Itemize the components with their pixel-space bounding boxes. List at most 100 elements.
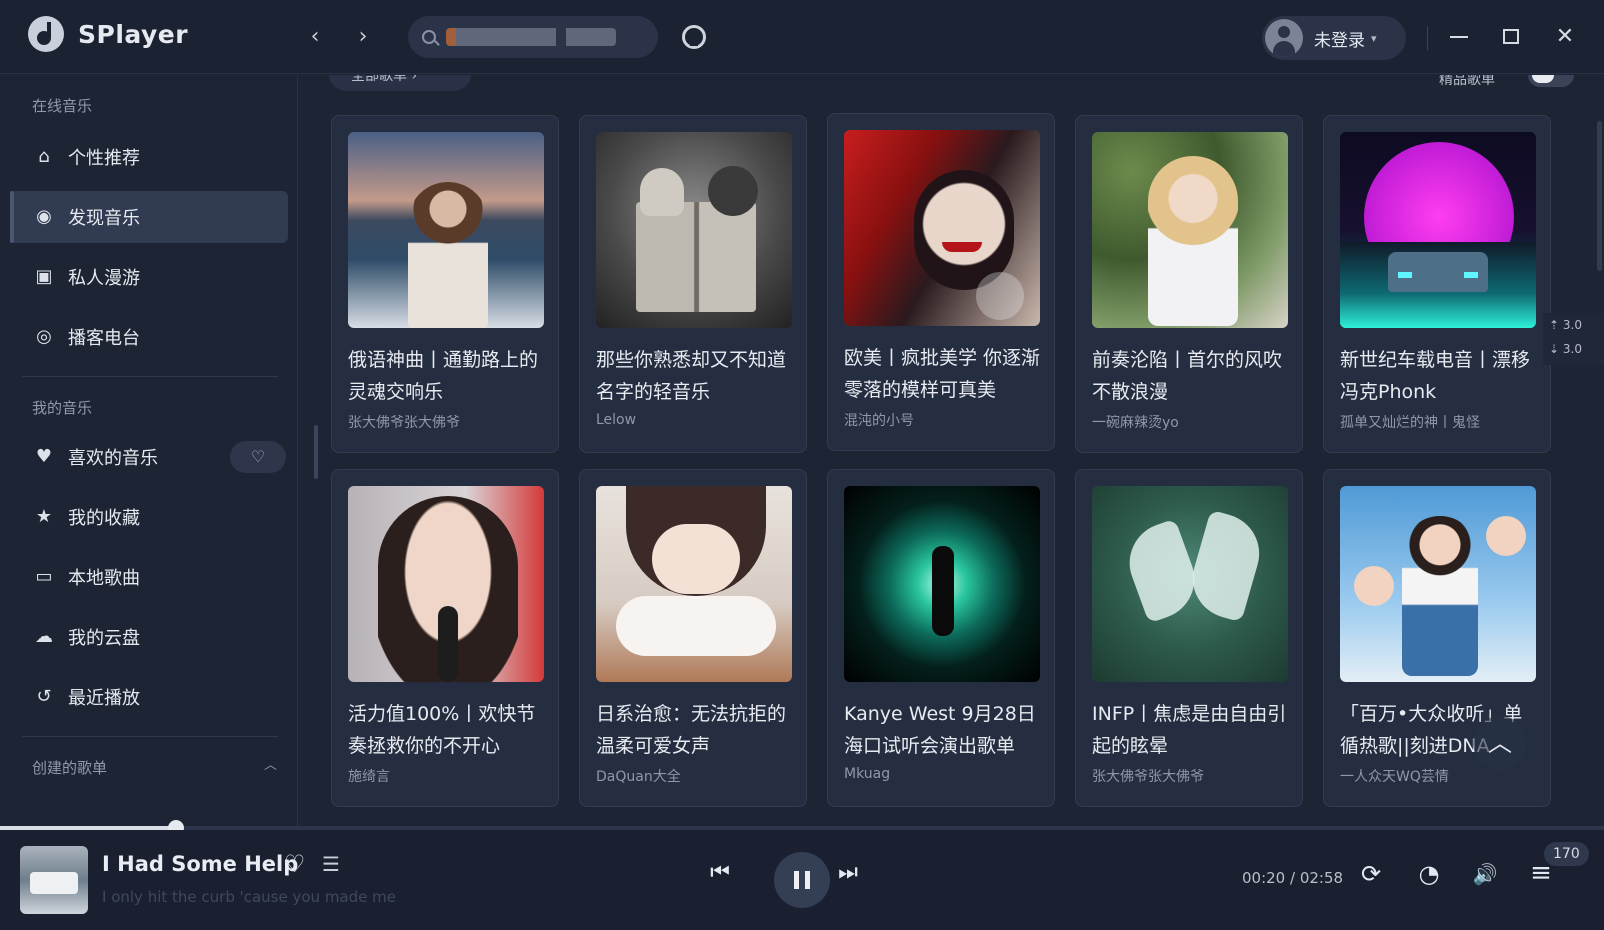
main-scrollbar[interactable] — [1597, 121, 1602, 271]
playlist-cover — [348, 132, 544, 328]
playlist-title: INFP丨焦虑是由自由引起的眩晕 — [1092, 703, 1287, 757]
playlist-title: Kanye West 9月28日海口试听会演出歌单 — [844, 703, 1036, 757]
download-speed: 3.0 — [1562, 342, 1582, 356]
playlist-author: 一人众天WQ芸情 — [1340, 769, 1449, 785]
user-login-status: 未登录 — [1314, 30, 1365, 51]
pause-icon-bar — [805, 871, 810, 889]
playlist-author: 张大佛爷张大佛爷 — [348, 415, 460, 431]
queue-count-badge: 170 — [1544, 842, 1589, 866]
sidebar-item-label: 喜欢的音乐 — [68, 448, 158, 469]
back-arrow-icon[interactable]: ‹ — [300, 22, 330, 52]
sidebar-item-private-fm[interactable]: ▣ 私人漫游 — [10, 251, 288, 303]
pause-button[interactable] — [774, 852, 830, 908]
next-track-icon[interactable]: ⏭ — [834, 860, 862, 885]
playlist-card[interactable]: 新世纪车载电音丨漂移冯克Phonk 孤单又灿烂的神丨鬼怪 — [1323, 115, 1551, 453]
playlist-cover — [1092, 486, 1288, 682]
pause-icon — [794, 871, 799, 889]
playlist-card[interactable]: 活力值100%丨欢快节奏拯救你的不开心 施绮言 — [331, 469, 559, 807]
cloud-icon: ☁ — [35, 626, 53, 647]
sidebar-item-label: 我的云盘 — [68, 628, 140, 649]
playlist-author: 一碗麻辣烫yo — [1092, 415, 1179, 431]
sidebar-item-collection[interactable]: ★ 我的收藏 — [10, 491, 288, 543]
radio-icon: ▣ — [35, 266, 53, 287]
chevron-up-icon[interactable]: ︿ — [264, 754, 277, 773]
playlist-cover — [596, 132, 792, 328]
playlist-author: 孤单又灿烂的神丨鬼怪 — [1340, 415, 1480, 431]
playlist-cover — [1092, 132, 1288, 328]
sidebar-item-liked-music[interactable]: ♥ 喜欢的音乐 ♡ — [10, 431, 288, 483]
sidebar-item-label: 发现音乐 — [68, 208, 140, 229]
heartbeat-mode-button[interactable]: ♡ — [230, 441, 286, 473]
sidebar-item-label: 本地歌曲 — [68, 568, 140, 589]
github-icon[interactable] — [682, 25, 706, 49]
playlist-card[interactable]: 那些你熟悉却又不知道名字的轻音乐 Lelow — [579, 115, 807, 453]
playback-time: 00:20 / 02:58 — [1242, 869, 1344, 887]
folder-icon: ▭ — [35, 566, 53, 587]
network-speed-widget: ⇡ 3.0 ⇣ 3.0 — [1543, 313, 1604, 365]
playlist-card[interactable]: Kanye West 9月28日海口试听会演出歌单 Mkuag — [827, 469, 1055, 807]
minimize-icon — [1450, 36, 1468, 38]
playlist-cover — [844, 130, 1040, 326]
sidebar-item-recommend[interactable]: ⌂ 个性推荐 — [10, 131, 288, 183]
repeat-icon[interactable]: ⟳ — [1356, 860, 1386, 888]
search-input[interactable] — [408, 16, 658, 58]
add-to-playlist-icon[interactable]: ☰ — [322, 852, 340, 876]
close-button[interactable]: ✕ — [1548, 20, 1582, 54]
maximize-button[interactable] — [1494, 20, 1528, 54]
app-name: SPlayer — [78, 19, 189, 49]
download-arrow-icon: ⇣ — [1549, 342, 1560, 356]
user-menu[interactable]: 未登录 ▾ — [1262, 16, 1406, 60]
like-heart-icon[interactable]: ♡ — [284, 850, 306, 878]
sidebar-item-cloud-disk[interactable]: ☁ 我的云盘 — [10, 611, 288, 663]
playlist-title: 新世纪车载电音丨漂移冯克Phonk — [1340, 349, 1531, 403]
playlist-card[interactable]: INFP丨焦虑是由自由引起的眩晕 张大佛爷张大佛爷 — [1075, 469, 1303, 807]
song-title[interactable]: I Had Some Help — [102, 852, 298, 876]
playback-speed-icon[interactable]: ◔ — [1414, 860, 1444, 888]
music-note-logo-icon — [28, 16, 64, 52]
chevron-down-icon: ▾ — [1371, 31, 1377, 45]
playlist-card[interactable]: 日系治愈：无法抗拒的温柔可爱女声 DaQuan大全 — [579, 469, 807, 807]
all-playlists-button[interactable]: 全部歌单 › — [329, 75, 471, 91]
sidebar-item-recent[interactable]: ↺ 最近播放 — [10, 671, 288, 723]
podcast-icon: ◎ — [36, 326, 52, 347]
app-logo[interactable]: SPlayer — [28, 16, 188, 52]
playlist-cover — [596, 486, 792, 682]
quality-playlists-toggle[interactable] — [1528, 75, 1574, 87]
playlist-cover — [348, 486, 544, 682]
all-playlists-label: 全部歌单 › — [351, 75, 418, 84]
section-created-playlists[interactable]: 创建的歌单 — [32, 757, 107, 778]
quality-playlists-label: 精品歌单 — [1439, 75, 1495, 88]
divider — [22, 376, 278, 377]
sidebar: 在线音乐 ⌂ 个性推荐 ◉ 发现音乐 ▣ 私人漫游 ◎ 播客电台 我的音乐 ♥ … — [0, 75, 298, 826]
sidebar-item-local-songs[interactable]: ▭ 本地歌曲 — [10, 551, 288, 603]
scroll-to-top-button[interactable]: ︿ — [1473, 716, 1527, 770]
search-icon — [422, 30, 436, 44]
playlist-card[interactable]: 俄语神曲丨通勤路上的灵魂交响乐 张大佛爷张大佛爷 — [331, 115, 559, 453]
playlist-title: 活力值100%丨欢快节奏拯救你的不开心 — [348, 703, 536, 757]
divider — [22, 736, 278, 737]
playlist-title: 前奏沦陷丨首尔的风吹不散浪漫 — [1092, 349, 1283, 403]
playlist-title: 那些你熟悉却又不知道名字的轻音乐 — [596, 349, 787, 403]
player-bar: I Had Some Help ♡ ☰ I only hit the curb … — [0, 830, 1604, 930]
album-art[interactable] — [20, 846, 88, 914]
star-icon: ★ — [35, 506, 53, 527]
volume-icon[interactable]: 🔊 — [1470, 862, 1500, 886]
playlist-card[interactable]: 欧美丨疯批美学 你逐渐零落的模样可真美 混沌的小号 — [827, 113, 1055, 451]
title-bar: SPlayer ‹ › 未登录 ▾ ✕ — [0, 0, 1604, 74]
maximize-icon — [1503, 29, 1519, 44]
discover-content: 全部歌单 › 精品歌单 俄语神曲丨通勤路上的灵魂交响乐 张大佛爷张大佛爷 那些你… — [299, 75, 1604, 826]
playlist-cover — [1340, 486, 1536, 682]
sidebar-item-podcast[interactable]: ◎ 播客电台 — [10, 311, 288, 363]
section-online-music: 在线音乐 — [32, 97, 93, 115]
previous-track-icon[interactable]: ⏮ — [706, 860, 734, 885]
sidebar-item-discover[interactable]: ◉ 发现音乐 — [10, 191, 288, 243]
section-my-music: 我的音乐 — [32, 399, 93, 417]
heart-icon: ♥ — [35, 446, 53, 467]
minimize-button[interactable] — [1442, 20, 1476, 54]
sidebar-item-label: 个性推荐 — [68, 148, 140, 169]
playlist-card[interactable]: 前奏沦陷丨首尔的风吹不散浪漫 一碗麻辣烫yo — [1075, 115, 1303, 453]
search-query-blurred — [446, 28, 616, 46]
playlist-author: 混沌的小号 — [844, 413, 914, 429]
upload-speed: 3.0 — [1562, 318, 1582, 332]
forward-arrow-icon[interactable]: › — [348, 22, 378, 52]
